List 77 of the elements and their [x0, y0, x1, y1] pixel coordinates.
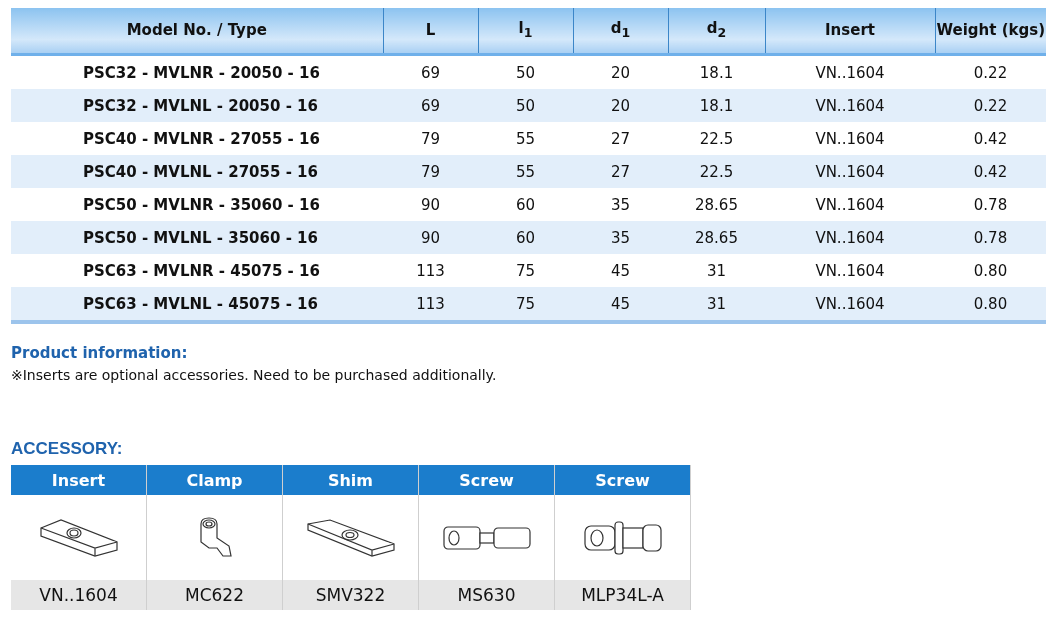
table-cell: 69: [383, 54, 478, 89]
table-cell: MC622: [147, 580, 282, 610]
table-cell: PSC32 - MVLNR - 20050 - 16: [11, 54, 383, 89]
table-cell: VN..1604: [765, 89, 935, 122]
table-cell: 90: [383, 188, 478, 221]
table-cell: MS630: [419, 580, 554, 610]
table-cell: 113: [383, 254, 478, 287]
table-cell: VN..1604: [765, 221, 935, 254]
column-header: Weight (kgs): [935, 8, 1046, 55]
table-cell: PSC32 - MVLNL - 20050 - 16: [11, 89, 383, 122]
table-cell: 113: [383, 287, 478, 322]
table-cell: 79: [383, 155, 478, 188]
table-cell: VN..1604: [765, 287, 935, 322]
table-cell: VN..1604: [765, 122, 935, 155]
table-cell: SMV322: [283, 580, 418, 610]
table-cell: PSC50 - MVLNL - 35060 - 16: [11, 221, 383, 254]
table-cell: PSC40 - MVLNR - 27055 - 16: [11, 122, 383, 155]
table-cell: 50: [478, 54, 573, 89]
table-cell: 28.65: [668, 221, 765, 254]
table-cell: 0.42: [935, 155, 1046, 188]
table-cell: 69: [383, 89, 478, 122]
table-cell: 55: [478, 155, 573, 188]
table-cell: PSC50 - MVLNR - 35060 - 16: [11, 188, 383, 221]
table-cell: 31: [668, 254, 765, 287]
table-cell: 75: [478, 254, 573, 287]
column-header: Screw: [555, 465, 690, 495]
table-cell: 28.65: [668, 188, 765, 221]
table-cell: 0.80: [935, 287, 1046, 322]
table-cell: 0.22: [935, 89, 1046, 122]
table-cell: 45: [573, 287, 668, 322]
column-header: l$_{1}$: [478, 8, 573, 55]
note-text: ※Inserts are optional accessories. Need to be purchased additionally.: [11, 367, 498, 383]
table-cell: 0.42: [935, 122, 1046, 155]
table-cell: 0.22: [935, 54, 1046, 89]
column-header: Insert: [11, 465, 146, 495]
column-header: d$_{1}$: [573, 8, 668, 55]
table-cell: 0.80: [935, 254, 1046, 287]
table-cell: 79: [383, 122, 478, 155]
table-cell: 50: [478, 89, 573, 122]
column-header: L: [383, 8, 478, 55]
table-cell: 20: [573, 54, 668, 89]
table-cell: 35: [573, 221, 668, 254]
table-cell: 35: [573, 188, 668, 221]
table-cell: VN..1604: [11, 580, 146, 610]
table-cell: MLP34L-A: [555, 580, 690, 610]
table-cell: VN..1604: [765, 188, 935, 221]
table-cell: 0.78: [935, 221, 1046, 254]
table-cell: PSC40 - MVLNL - 27055 - 16: [11, 155, 383, 188]
table-cell: 90: [383, 221, 478, 254]
clamp-drawing: [199, 516, 232, 557]
section-heading: ACCESSORY:: [11, 439, 124, 459]
table-cell: 18.1: [668, 89, 765, 122]
table-cell: 55: [478, 122, 573, 155]
column-header: Shim: [283, 465, 418, 495]
column-header: Model No. / Type: [11, 8, 383, 55]
table-cell: 22.5: [668, 155, 765, 188]
table-cell: 60: [478, 188, 573, 221]
column-header: Insert: [765, 8, 935, 55]
table-cell: 75: [478, 287, 573, 322]
table-cell: 0.78: [935, 188, 1046, 221]
table-cell: 45: [573, 254, 668, 287]
table-cell: 27: [573, 122, 668, 155]
column-header: d$_{2}$: [668, 8, 765, 55]
column-header: Clamp: [147, 465, 282, 495]
table-cell: PSC63 - MVLNR - 45075 - 16: [11, 254, 383, 287]
table-cell: 20: [573, 89, 668, 122]
table-cell: PSC63 - MVLNL - 45075 - 16: [11, 287, 383, 322]
table-cell: VN..1604: [765, 155, 935, 188]
section-heading: Product information:: [11, 344, 189, 362]
table-cell: 22.5: [668, 122, 765, 155]
table-cell: 60: [478, 221, 573, 254]
table-cell: VN..1604: [765, 54, 935, 89]
table-cell: 18.1: [668, 54, 765, 89]
table-cell: 31: [668, 287, 765, 322]
table-cell: 27: [573, 155, 668, 188]
column-header: Screw: [419, 465, 554, 495]
table-cell: VN..1604: [765, 254, 935, 287]
